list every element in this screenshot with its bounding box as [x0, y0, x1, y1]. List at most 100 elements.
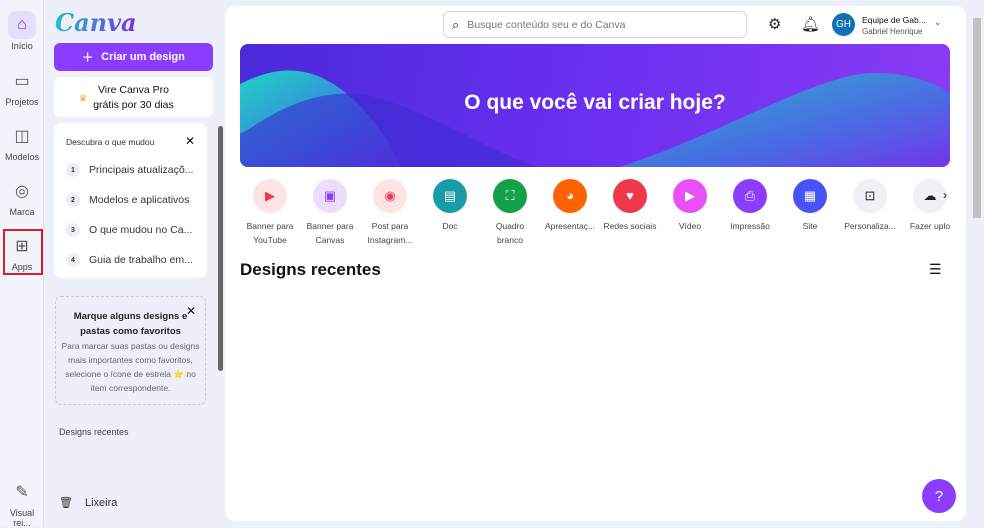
whats-new-title: Descubra o que mudou — [66, 137, 155, 147]
design-type-item[interactable]: ⎙ Impressão — [720, 179, 780, 247]
design-type-item[interactable]: ▣ Banner para Canvas — [300, 179, 360, 247]
feedback-icon: ✎ — [15, 484, 29, 501]
banner-title: O que você vai criar hoje? — [464, 91, 726, 114]
chevron-down-icon[interactable]: ⌄ — [934, 17, 942, 28]
design-type-label: Apresentaç... — [544, 221, 596, 231]
pro-line2: grátis por 30 dias — [93, 99, 174, 111]
list-item[interactable]: 2 Modelos e aplicativos — [66, 193, 189, 207]
item-label: Principais atualizaçõ... — [89, 164, 194, 176]
design-type-item[interactable]: ▶ Banner para YouTube — [240, 179, 300, 247]
design-type-icon: ▶ — [253, 179, 287, 213]
design-type-item[interactable]: ⛶ Quadro branco — [480, 179, 540, 247]
sidebar: Canva ＋ Criar um design ♛ Vire Canva Pro gr… — [45, 0, 223, 527]
rail-label: Visual rei... — [9, 508, 35, 528]
folder-icon: ▭ — [14, 73, 30, 90]
fav-title: Marque alguns designs e pastas como favo… — [73, 311, 188, 337]
design-type-label: Fazer uplo — [909, 221, 951, 231]
design-type-label: Impressão — [730, 221, 770, 231]
team-name: Equipe de Gab... — [862, 15, 926, 25]
item-label: O que mudou no Ca... — [89, 224, 193, 236]
close-icon[interactable]: ✕ — [185, 134, 195, 148]
design-type-item[interactable]: ▦ Site — [780, 179, 840, 247]
chevron-right-icon[interactable]: › — [943, 188, 947, 202]
design-type-icon: ☁ — [913, 179, 947, 213]
design-type-label: Vídeo — [678, 221, 702, 231]
home-icon: ⌂ — [8, 11, 36, 39]
whats-new-card: Descubra o que mudou ✕ 1 Principais atual… — [54, 123, 207, 278]
design-type-icon: ◕ — [553, 179, 587, 213]
search-icon: ⌕ — [452, 16, 460, 32]
design-type-icon: ⛶ — [493, 179, 527, 213]
recent-designs-title: Designs recentes — [240, 260, 381, 279]
list-item[interactable]: 4 Guia de trabalho em... — [66, 253, 193, 267]
search-input[interactable]: ⌕ Busque conteúdo seu e do Canva — [443, 11, 747, 38]
design-type-icon: ▦ — [793, 179, 827, 213]
design-type-label: Quadro — [495, 221, 525, 231]
close-icon[interactable]: ✕ — [186, 304, 196, 318]
rail-brand[interactable]: ◎ Marca — [0, 177, 44, 217]
list-item[interactable]: 1 Principais atualizaçõ... — [66, 163, 193, 177]
fav-desc: Para marcar suas pastas ou designs mais … — [61, 341, 200, 393]
design-type-item[interactable]: ♥ Redes sociais — [600, 179, 660, 247]
design-type-label: Redes sociais — [603, 221, 657, 231]
rail-projects[interactable]: ▭ Projetos — [0, 67, 44, 107]
highlight-box — [3, 229, 43, 275]
rail-label: Marca — [9, 207, 35, 217]
design-type-label: Doc — [442, 221, 458, 231]
design-type-item[interactable]: ☁ Fazer uplo — [900, 179, 960, 247]
design-type-label2: YouTube — [253, 235, 287, 245]
list-view-icon[interactable]: ☰ — [929, 261, 942, 278]
design-type-label: Banner para — [246, 221, 294, 231]
help-button[interactable]: ? — [922, 479, 956, 513]
canva-logo[interactable]: Canva — [55, 8, 137, 37]
plus-icon: ＋ — [82, 52, 94, 64]
design-type-label2: Instagram... — [367, 235, 413, 245]
search-placeholder: Busque conteúdo seu e do Canva — [467, 18, 626, 31]
design-type-item[interactable]: ▤ Doc — [420, 179, 480, 247]
bell-icon[interactable]: 🔔︎ — [801, 15, 820, 33]
avatar[interactable]: GH — [832, 13, 855, 36]
design-type-item[interactable]: ◕ Apresentaç... — [540, 179, 600, 247]
page-scrollbar[interactable] — [970, 6, 982, 521]
favorites-hint: ✕ Marque alguns designs e pastas como fa… — [55, 296, 206, 405]
settings-icon[interactable]: ⚙ — [768, 15, 781, 33]
item-label: Guia de trabalho em... — [89, 254, 193, 266]
pro-line1: Vire Canva Pro — [97, 84, 169, 96]
design-type-icon: ♥ — [613, 179, 647, 213]
sidebar-scrollbar[interactable] — [218, 126, 223, 371]
rail-feedback[interactable]: ✎ Visual rei... — [0, 478, 44, 528]
main-panel: ⌕ Busque conteúdo seu e do Canva ⚙ 🔔︎ GH … — [225, 6, 966, 521]
design-type-icon: ▤ — [433, 179, 467, 213]
design-type-label2: branco — [497, 235, 523, 245]
account-menu[interactable]: Equipe de Gab... Gabriel Henrique — [862, 14, 926, 38]
rail-label: Modelos — [4, 152, 40, 162]
design-type-item[interactable]: ▶ Vídeo — [660, 179, 720, 247]
rail-label: Início — [11, 41, 33, 51]
hero-banner: O que você vai criar hoje? — [240, 44, 950, 167]
design-type-label2: Canvas — [315, 235, 345, 245]
design-type-icon: ▶ — [673, 179, 707, 213]
list-item[interactable]: 3O que mudou no Ca... — [66, 223, 192, 237]
rail-home[interactable]: ⌂ Início — [0, 11, 44, 51]
trash-icon: 🗑 — [59, 497, 73, 509]
item-label: Modelos e aplicativos — [89, 194, 190, 206]
trash-button[interactable]: 🗑 Lixeira — [59, 496, 117, 510]
design-type-label: Post para — [371, 221, 409, 231]
sidebar-recent-heading: Designs recentes — [59, 427, 129, 437]
design-type-label: Site — [802, 221, 818, 231]
create-design-button[interactable]: ＋ Criar um design — [54, 43, 213, 71]
design-type-label: Personaliza... — [844, 221, 896, 231]
rail-templates[interactable]: ◫ Modelos — [0, 122, 44, 162]
left-rail: ⌂ Início ▭ Projetos ◫ Modelos ◎ Marca ⊞ Apps … — [0, 0, 44, 528]
design-type-item[interactable]: ⊡ Personaliza... — [840, 179, 900, 247]
design-type-label: Banner para — [306, 221, 354, 231]
create-label: Criar um design — [101, 51, 185, 63]
brand-icon: ◎ — [15, 183, 29, 200]
design-type-icon: ⊡ — [853, 179, 887, 213]
design-type-icon: ▣ — [313, 179, 347, 213]
design-type-item[interactable]: ◉ Post para Instagram... — [360, 179, 420, 247]
crown-icon: ♛ — [79, 93, 88, 103]
canva-pro-button[interactable]: ♛ Vire Canva Pro grátis por 30 dias — [54, 77, 213, 117]
user-name: Gabriel Henrique — [862, 27, 923, 36]
rail-label: Projetos — [5, 97, 39, 107]
